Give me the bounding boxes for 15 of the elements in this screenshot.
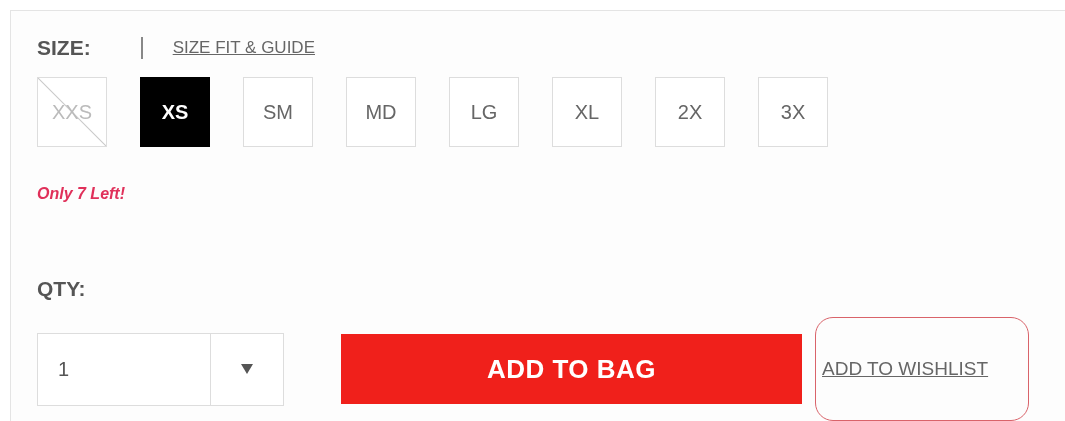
size-option[interactable]: LG <box>449 77 519 147</box>
size-option[interactable]: 2X <box>655 77 725 147</box>
size-option[interactable]: MD <box>346 77 416 147</box>
size-option[interactable]: XS <box>140 77 210 147</box>
size-option[interactable]: SM <box>243 77 313 147</box>
add-to-wishlist-link[interactable]: ADD TO WISHLIST <box>815 317 1030 421</box>
size-guide-link[interactable]: SIZE FIT & GUIDE <box>172 38 315 58</box>
qty-label: QTY: <box>37 277 86 301</box>
dropdown-arrow-icon <box>241 364 253 374</box>
quantity-select[interactable]: 1 <box>37 332 284 406</box>
size-option[interactable]: XL <box>552 77 622 147</box>
stock-note: Only 7 Left! <box>37 185 125 203</box>
size-label: SIZE: <box>37 36 91 60</box>
add-to-bag-button[interactable]: ADD TO BAG <box>341 334 802 404</box>
size-option[interactable]: 3X <box>758 77 828 147</box>
